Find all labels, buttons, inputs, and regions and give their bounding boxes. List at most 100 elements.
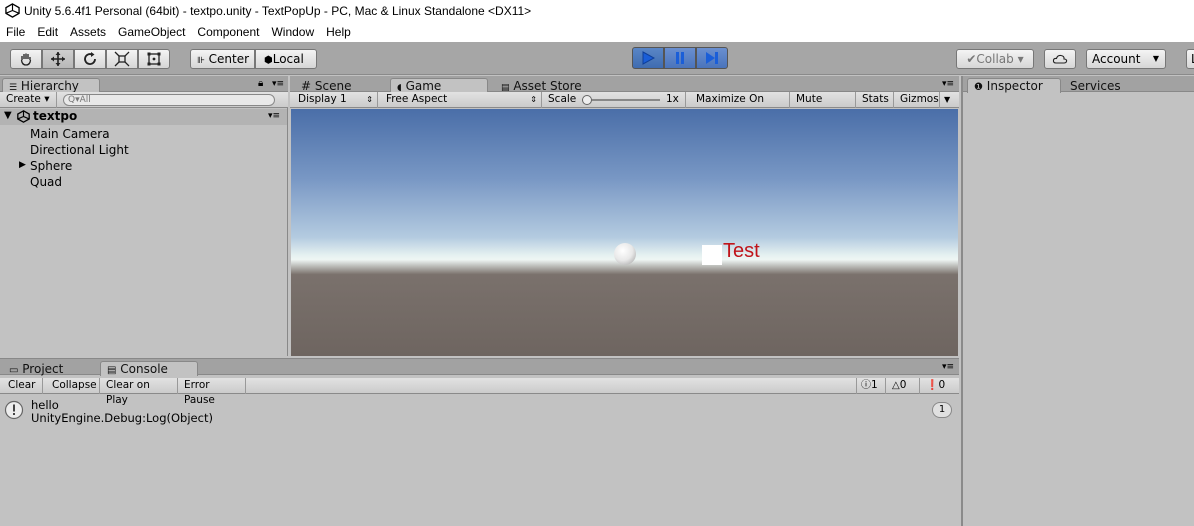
rotate-tool-button[interactable] — [74, 49, 106, 69]
play-button[interactable] — [632, 47, 664, 69]
menu-bar: File Edit Assets GameObject Component Window H… — [0, 22, 1194, 42]
pivot-center-label: Center — [208, 52, 250, 66]
panel-menu-icon[interactable]: ▾≡ — [272, 79, 284, 89]
move-tool-button[interactable] — [42, 49, 74, 69]
collab-dropdown[interactable]: ✔Collab ▾ — [956, 49, 1034, 69]
expand-arrow-icon[interactable]: ▼ — [4, 110, 12, 121]
scale-value: 1x — [666, 93, 679, 105]
console-panel: ▭ Project ▤ Console ▾≡ Clear Collapse Cl… — [0, 358, 959, 526]
console-tabbar: ▭ Project ▤ Console ▾≡ — [0, 359, 959, 376]
aspect-dropdown[interactable]: Free Aspect ⇕ — [382, 92, 542, 108]
tab-services[interactable]: Services — [1063, 78, 1143, 93]
gizmos-toggle[interactable]: Gizmos — [896, 92, 940, 108]
clear-button[interactable]: Clear — [4, 378, 43, 394]
stats-toggle[interactable]: Stats — [858, 92, 894, 108]
asset-store-tab-label: Asset Store — [513, 79, 582, 93]
menu-file[interactable]: File — [0, 22, 31, 42]
scene-tab-label: Scene — [314, 79, 352, 93]
unity-logo-icon — [5, 3, 20, 18]
error-filter-toggle[interactable]: ❗0 — [922, 378, 954, 394]
collab-label: Collab ▾ — [976, 52, 1024, 66]
hierarchy-item-quad[interactable]: Quad — [30, 174, 62, 190]
step-button[interactable] — [696, 47, 728, 69]
create-dropdown[interactable]: Create ▾ — [2, 92, 57, 108]
hierarchy-item-main-camera[interactable]: Main Camera — [30, 126, 110, 142]
display-label: Display 1 — [298, 93, 347, 105]
tab-console[interactable]: ▤ Console — [100, 361, 198, 376]
scale-slider[interactable]: Scale 1x — [544, 92, 686, 108]
panel-menu-icon[interactable]: ▾≡ — [942, 362, 954, 372]
step-icon — [706, 52, 718, 64]
tab-inspector[interactable]: ❶ Inspector — [967, 78, 1061, 93]
hash-icon: # — [301, 79, 312, 93]
panel-menu-icon[interactable]: ▾≡ — [942, 79, 954, 89]
console-toolbar: Clear Collapse Clear on Play Error Pause… — [0, 378, 959, 406]
info-filter-toggle[interactable]: ⓘ1 — [856, 378, 886, 394]
menu-assets[interactable]: Assets — [64, 22, 112, 42]
log-stacktrace: UnityEngine.Debug:Log(Object) — [31, 411, 213, 425]
dropdown-arrow-icon: ▼ — [1152, 54, 1159, 63]
game-viewport[interactable]: Test — [291, 109, 958, 356]
lock-icon[interactable]: 🔒︎ — [258, 78, 263, 89]
menu-component[interactable]: Component — [191, 22, 265, 42]
tab-scene[interactable]: # Scene — [294, 78, 386, 93]
sphere-object — [614, 243, 636, 265]
scale-tool-button[interactable] — [106, 49, 138, 69]
maximize-on-play-toggle[interactable]: Maximize On Play — [692, 92, 790, 120]
pivot-center-toggle[interactable]: ⊪ Center — [190, 49, 255, 69]
rect-tool-icon — [147, 52, 161, 66]
info-circle-icon — [4, 400, 24, 420]
cloud-button[interactable] — [1044, 49, 1076, 69]
error-icon: ❗ — [926, 380, 939, 391]
menu-help[interactable]: Help — [320, 22, 357, 42]
account-dropdown[interactable]: Account ▼ — [1086, 49, 1166, 69]
menu-edit[interactable]: Edit — [31, 22, 64, 42]
layers-dropdown[interactable]: L — [1186, 49, 1194, 69]
hierarchy-item-directional-light[interactable]: Directional Light — [30, 142, 129, 158]
scale-label: Scale — [548, 93, 577, 105]
error-pause-toggle[interactable]: Error Pause — [180, 378, 246, 406]
cloud-icon — [1052, 54, 1068, 64]
account-label: Account — [1092, 52, 1141, 66]
info-count: 1 — [871, 379, 878, 391]
rect-tool-button[interactable] — [138, 49, 170, 69]
console-icon: ▤ — [107, 365, 117, 376]
warning-filter-toggle[interactable]: △0 — [888, 378, 920, 394]
warning-count: 0 — [899, 379, 907, 391]
rotate-icon — [84, 52, 96, 65]
cube-icon: ⬢ — [264, 55, 273, 66]
scene-menu-icon[interactable]: ▾≡ — [268, 111, 280, 121]
collapse-toggle[interactable]: Collapse — [48, 378, 100, 394]
hand-tool-button[interactable] — [10, 49, 42, 69]
pivot-local-toggle[interactable]: ⬢Local — [255, 49, 317, 69]
game-toolbar: Display 1 ⇕ Free Aspect ⇕ Scale 1x Maximiz… — [290, 92, 959, 120]
tab-asset-store[interactable]: ▤ Asset Store — [494, 78, 604, 93]
tab-game[interactable]: ◖ Game — [390, 78, 488, 93]
mute-audio-toggle[interactable]: Mute Audio — [792, 92, 856, 120]
hierarchy-panel: ☰ Hierarchy 🔒︎ ▾≡ Create ▾ Q▾All ▼ textp… — [0, 76, 288, 356]
clear-on-play-toggle[interactable]: Clear on Play — [102, 378, 178, 406]
scene-name: textpo — [33, 109, 78, 123]
pause-button[interactable] — [664, 47, 696, 69]
quad-object — [702, 245, 722, 265]
hierarchy-search-input[interactable]: Q▾All — [63, 94, 275, 106]
window-title: Unity 5.6.4f1 Personal (64bit) - textpo.… — [24, 4, 532, 18]
tab-project[interactable]: ▭ Project — [2, 361, 94, 376]
tab-hierarchy[interactable]: ☰ Hierarchy — [2, 78, 100, 93]
move-arrows-icon — [51, 52, 65, 66]
popup-text: Test — [723, 240, 760, 262]
log-entry[interactable]: hello UnityEngine.Debug:Log(Object) 1 — [0, 397, 959, 429]
collapsed-arrow-icon[interactable]: ▶ — [19, 160, 26, 170]
updown-icon: ⇕ — [366, 95, 373, 104]
hierarchy-item-sphere[interactable]: Sphere — [30, 158, 72, 174]
slider-track[interactable] — [582, 99, 660, 101]
scene-row[interactable]: ▼ textpo ▾≡ — [0, 109, 287, 125]
display-dropdown[interactable]: Display 1 ⇕ — [294, 92, 378, 108]
slider-thumb[interactable] — [582, 95, 592, 105]
menu-gameobject[interactable]: GameObject — [112, 22, 191, 42]
unity-scene-icon — [17, 110, 30, 123]
console-tab-label: Console — [120, 362, 168, 376]
menu-window[interactable]: Window — [265, 22, 320, 42]
inspector-panel: ❶ Inspector Services — [961, 76, 1194, 526]
gizmos-dropdown-icon[interactable]: ▼ — [940, 92, 954, 108]
